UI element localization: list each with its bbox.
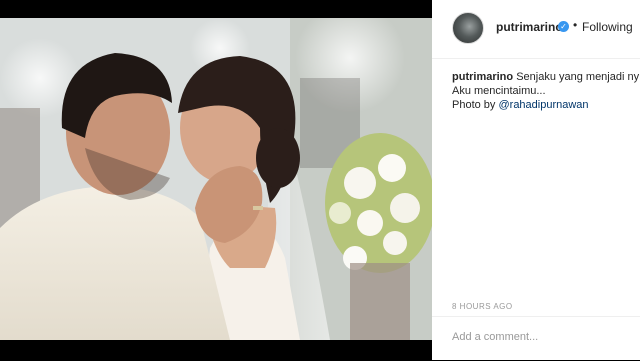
header-separator: •	[573, 18, 578, 32]
wedding-kiss-image	[0, 18, 432, 340]
header-username-link[interactable]: putrimarino	[496, 20, 563, 34]
photo-by-label: Photo by	[452, 99, 499, 111]
caption-username-link[interactable]: putrimarino	[452, 71, 513, 83]
following-button[interactable]: Following	[582, 20, 633, 34]
post-timestamp[interactable]: 8 HOURS AGO	[452, 302, 513, 311]
photographer-mention-link[interactable]: @rahadipurnawan	[498, 99, 588, 111]
avatar[interactable]	[452, 12, 484, 44]
comment-bar	[432, 316, 640, 361]
caption-line-1: Senjaku yang menjadi ny	[516, 71, 640, 83]
comment-input[interactable]	[452, 331, 622, 343]
post-photo[interactable]	[0, 18, 432, 340]
post-header: putrimarino ✓ • Following	[432, 0, 640, 59]
caption-line-2: Aku mencintaimu...	[452, 85, 546, 97]
verified-badge-icon: ✓	[558, 21, 569, 32]
post-side-panel: putrimarino ✓ • Following putrimarino Se…	[432, 0, 640, 360]
post-caption: putrimarino Senjaku yang menjadi ny Aku …	[452, 70, 640, 112]
